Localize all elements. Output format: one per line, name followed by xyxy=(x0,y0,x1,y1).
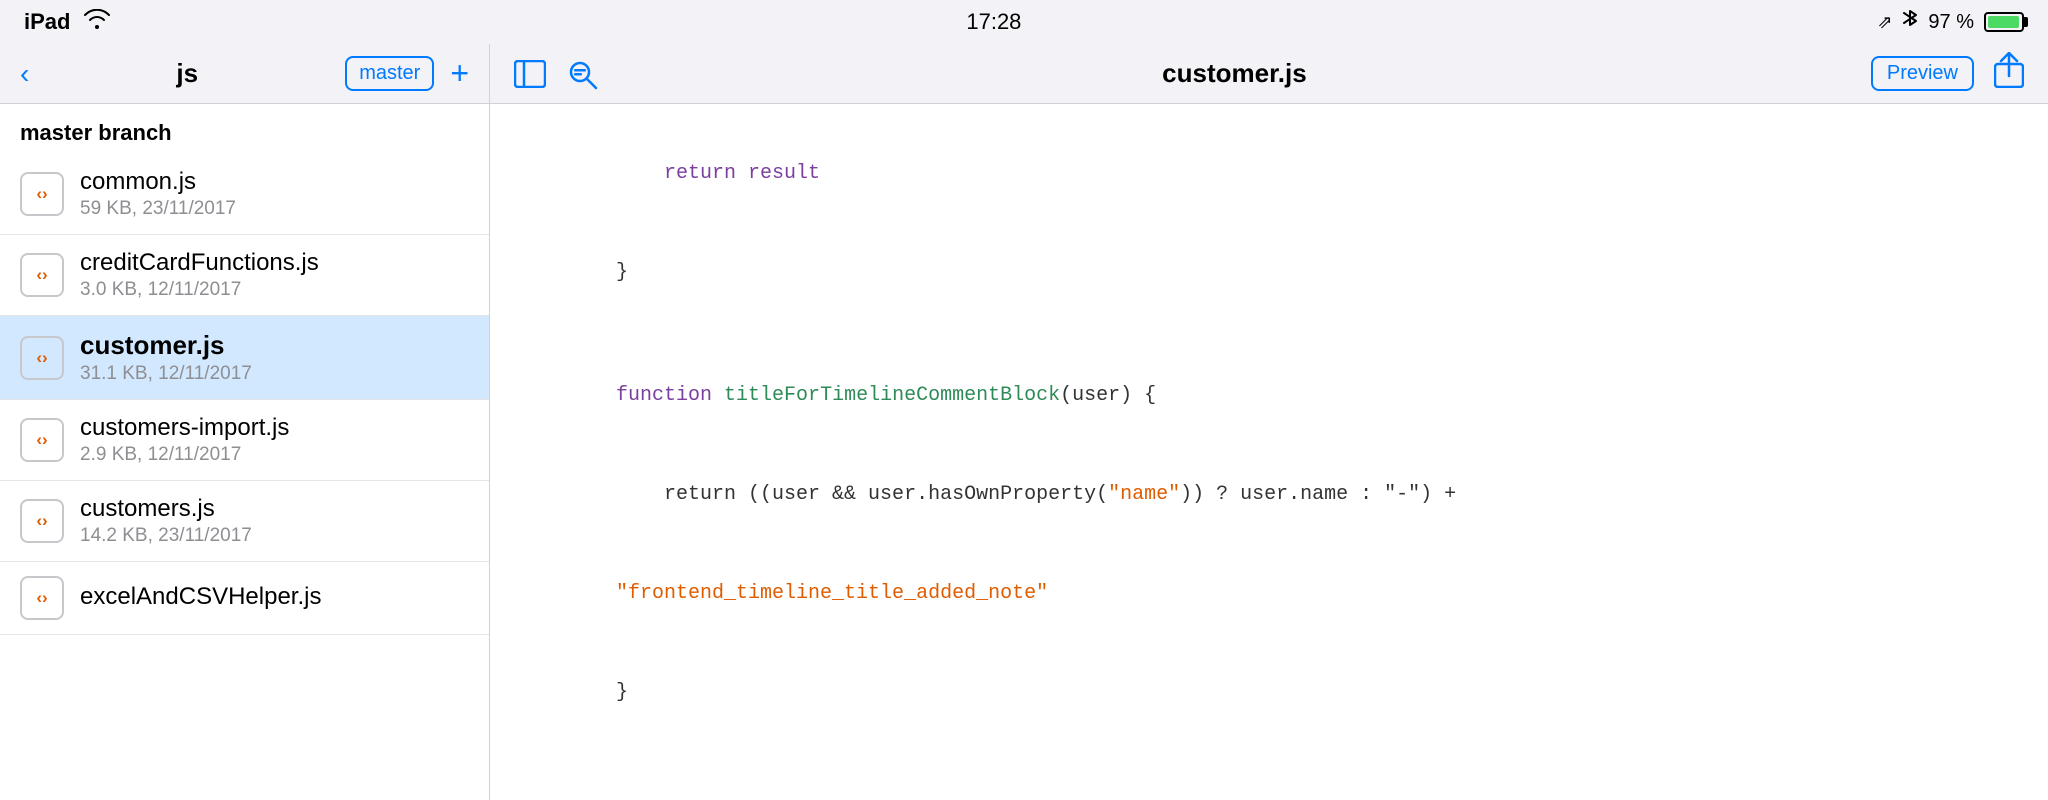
file-icon: ‹› xyxy=(20,253,64,297)
file-info: creditCardFunctions.js 3.0 KB, 12/11/201… xyxy=(80,249,469,301)
file-name: customers.js xyxy=(80,495,469,523)
back-button[interactable]: ‹ xyxy=(20,58,29,90)
editor-area: customer.js Preview return result xyxy=(490,44,2048,800)
code-line: function generateTimeline(userNotes, use… xyxy=(520,766,2018,800)
code-line: function titleForTimelineCommentBlock(us… xyxy=(520,346,2018,445)
file-icon: ‹› xyxy=(20,172,64,216)
location-icon: ⇗ xyxy=(1877,12,1892,33)
file-info: customer.js 31.1 KB, 12/11/2017 xyxy=(80,330,469,385)
search-icon[interactable] xyxy=(566,58,598,90)
panel-icon[interactable] xyxy=(514,60,546,88)
wifi-icon xyxy=(84,9,110,35)
status-time: 17:28 xyxy=(966,9,1021,35)
share-icon[interactable] xyxy=(1994,52,2024,95)
file-meta: 31.1 KB, 12/11/2017 xyxy=(80,363,469,385)
battery-icon xyxy=(1984,12,2024,32)
editor-nav-icons xyxy=(514,58,598,90)
file-info: common.js 59 KB, 23/11/2017 xyxy=(80,168,469,220)
status-left: iPad xyxy=(24,9,110,35)
preview-button[interactable]: Preview xyxy=(1871,56,1974,91)
code-brace: } xyxy=(520,223,2018,322)
code-view[interactable]: return result } function titleForTimelin… xyxy=(490,104,2048,800)
list-item[interactable]: ‹› excelAndCSVHelper.js xyxy=(0,562,489,635)
main-content: ‹ js master + master branch ‹› common.js… xyxy=(0,44,2048,800)
sidebar-navbar: ‹ js master + xyxy=(0,44,489,104)
device-label: iPad xyxy=(24,9,70,35)
add-button[interactable]: + xyxy=(450,55,469,92)
file-info: customers-import.js 2.9 KB, 12/11/2017 xyxy=(80,414,469,466)
code-line: } xyxy=(520,643,2018,742)
file-list[interactable]: ‹› common.js 59 KB, 23/11/2017 ‹› credit… xyxy=(0,154,489,800)
file-icon: ‹› xyxy=(20,418,64,462)
sidebar-title: js xyxy=(45,58,329,89)
editor-title: customer.js xyxy=(618,58,1851,89)
file-info: excelAndCSVHelper.js xyxy=(80,583,469,613)
file-name: creditCardFunctions.js xyxy=(80,249,469,277)
file-icon: ‹› xyxy=(20,499,64,543)
code-line: "frontend_timeline_title_added_note" xyxy=(520,544,2018,643)
battery-fill xyxy=(1988,16,2019,28)
file-name: customer.js xyxy=(80,330,469,361)
file-meta: 14.2 KB, 23/11/2017 xyxy=(80,525,469,547)
file-meta: 2.9 KB, 12/11/2017 xyxy=(80,444,469,466)
branch-label: master branch xyxy=(0,104,489,154)
code-partial-top: return result xyxy=(520,124,2018,223)
list-item[interactable]: ‹› creditCardFunctions.js 3.0 KB, 12/11/… xyxy=(0,235,489,316)
file-meta: 59 KB, 23/11/2017 xyxy=(80,198,469,220)
code-line: return ((user && user.hasOwnProperty("na… xyxy=(520,445,2018,544)
sidebar: ‹ js master + master branch ‹› common.js… xyxy=(0,44,490,800)
bluetooth-icon xyxy=(1902,8,1918,36)
status-bar: iPad 17:28 ⇗ 97 % xyxy=(0,0,2048,44)
file-name: excelAndCSVHelper.js xyxy=(80,583,469,611)
list-item[interactable]: ‹› customers.js 14.2 KB, 23/11/2017 xyxy=(0,481,489,562)
list-item[interactable]: ‹› customers-import.js 2.9 KB, 12/11/201… xyxy=(0,400,489,481)
file-icon: ‹› xyxy=(20,336,64,380)
file-icon: ‹› xyxy=(20,576,64,620)
battery-percentage: 97 % xyxy=(1928,11,1974,34)
list-item[interactable]: ‹› common.js 59 KB, 23/11/2017 xyxy=(0,154,489,235)
file-name: customers-import.js xyxy=(80,414,469,442)
list-item-active[interactable]: ‹› customer.js 31.1 KB, 12/11/2017 xyxy=(0,316,489,400)
file-name: common.js xyxy=(80,168,469,196)
file-meta: 3.0 KB, 12/11/2017 xyxy=(80,279,469,301)
editor-navbar: customer.js Preview xyxy=(490,44,2048,104)
branch-badge[interactable]: master xyxy=(345,56,434,91)
status-right: ⇗ 97 % xyxy=(1877,8,2024,36)
file-info: customers.js 14.2 KB, 23/11/2017 xyxy=(80,495,469,547)
